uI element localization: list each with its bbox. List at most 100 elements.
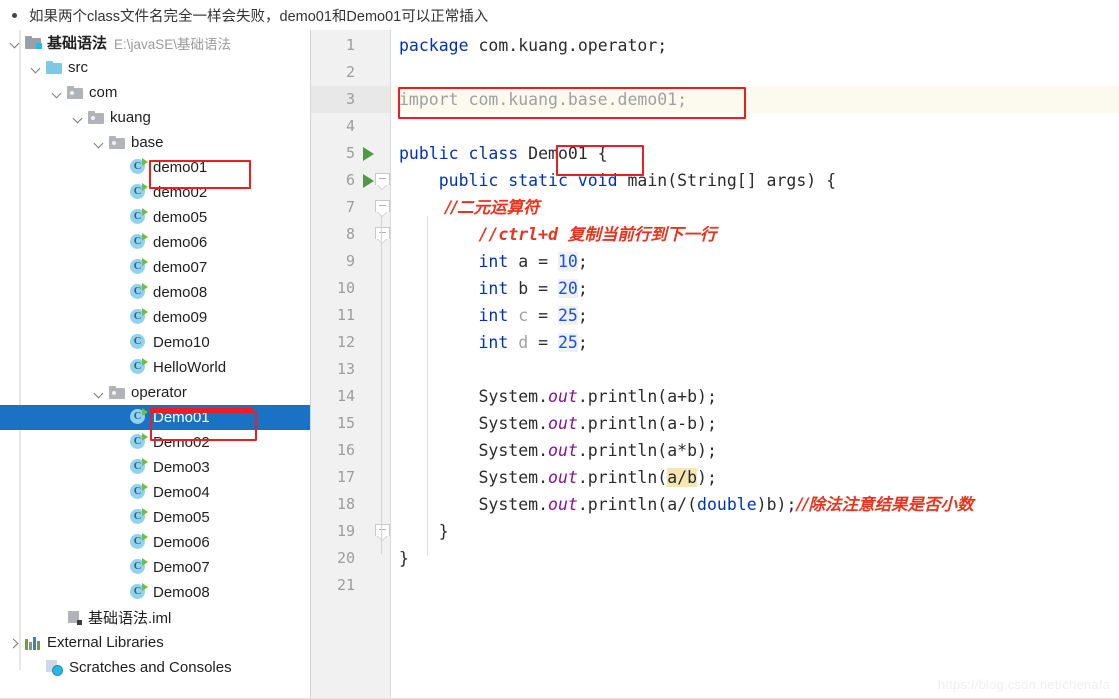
package-folder-icon — [109, 385, 125, 399]
run-gutter-icon[interactable] — [363, 174, 374, 188]
code-token: a = — [508, 252, 558, 271]
tree-item-demo05[interactable]: Cdemo05 — [0, 205, 310, 230]
tree-item-label: demo02 — [153, 184, 208, 201]
tree-item-label: demo09 — [153, 309, 208, 326]
code-line[interactable]: System.out.println(a/b); — [399, 464, 717, 491]
twisty-placeholder — [113, 286, 127, 300]
tree-item-demo09[interactable]: Cdemo09 — [0, 305, 310, 330]
code-fold-toggle-icon[interactable] — [375, 227, 390, 245]
code-line[interactable]: System.out.println(a/(double)b);//除法注意结果… — [399, 491, 973, 518]
tree-item-Demo02[interactable]: C Demo02 — [0, 430, 310, 455]
twisty-open-icon[interactable] — [71, 111, 85, 125]
code-token: d — [518, 333, 529, 352]
twisty-open-icon[interactable] — [29, 61, 43, 75]
tree-item-Demo01[interactable]: C Demo01 — [0, 405, 310, 430]
code-line[interactable]: int a = 10; — [399, 248, 588, 275]
code-line[interactable]: //ctrl+d 复制当前行到下一行 — [399, 221, 716, 248]
line-number: 3 — [345, 90, 355, 108]
tree-item-label: Demo02 — [153, 434, 210, 451]
java-class-runnable-icon: C — [130, 433, 148, 451]
tree-item-Scratches-and-Consoles[interactable]: Scratches and Consoles — [0, 655, 310, 680]
code-token: { — [587, 144, 608, 163]
tree-item-基础语法-iml[interactable]: 基础语法.iml — [0, 605, 310, 630]
tree-item-Demo06[interactable]: C Demo06 — [0, 530, 310, 555]
code-line[interactable]: int d = 25; — [399, 329, 588, 356]
code-line[interactable]: int b = 20; — [399, 275, 588, 302]
code-line[interactable]: package com.kuang.operator; — [399, 32, 667, 59]
tree-item-kuang[interactable]: kuang — [0, 105, 310, 130]
code-line[interactable]: System.out.println(a+b); — [399, 383, 716, 410]
twisty-open-icon[interactable] — [92, 136, 106, 150]
twisty-placeholder — [113, 536, 127, 550]
code-token: //ctrl+d — [399, 225, 568, 244]
code-fold-toggle-icon[interactable] — [375, 173, 390, 191]
code-line[interactable]: } — [399, 545, 409, 572]
tree-item-operator[interactable]: operator — [0, 380, 310, 405]
code-line[interactable]: import com.kuang.base.demo01; — [399, 86, 687, 113]
code-token: ) { — [806, 171, 837, 190]
tree-item-demo02[interactable]: Cdemo02 — [0, 180, 310, 205]
code-token: public class — [399, 144, 529, 163]
code-token: 20 — [557, 279, 578, 298]
code-token: .println(a/( — [577, 495, 698, 514]
code-token: public static void — [399, 171, 628, 190]
tree-item-com[interactable]: com — [0, 80, 310, 105]
tree-item-label: demo01 — [153, 159, 208, 176]
java-class-runnable-icon: C — [130, 183, 148, 201]
code-line[interactable]: //二元运算符 — [399, 194, 540, 221]
line-number: 4 — [345, 117, 355, 135]
code-token: out — [548, 495, 578, 514]
tree-item-label: External Libraries — [47, 634, 164, 651]
code-line[interactable]: int c = 25; — [399, 302, 588, 329]
twisty-closed-icon[interactable] — [8, 636, 22, 650]
project-tree[interactable]: 基础语法 E:\javaSE\基础语法 src com kuang base Cdemo01… — [0, 30, 310, 680]
code-fold-toggle-icon[interactable] — [375, 524, 390, 542]
tree-item-label: demo07 — [153, 259, 208, 276]
twisty-placeholder — [113, 161, 127, 175]
tree-item-Demo10[interactable]: C Demo10 — [0, 330, 310, 355]
tree-item-label: Demo07 — [153, 559, 210, 576]
code-token: System. — [399, 414, 549, 433]
tree-item-Demo04[interactable]: C Demo04 — [0, 480, 310, 505]
twisty-placeholder — [113, 236, 127, 250]
tree-item-demo08[interactable]: Cdemo08 — [0, 280, 310, 305]
tree-item-demo07[interactable]: Cdemo07 — [0, 255, 310, 280]
twisty-open-icon[interactable] — [92, 386, 106, 400]
tree-item-src[interactable]: src — [0, 55, 310, 80]
twisty-placeholder — [113, 211, 127, 225]
tree-item-External-Libraries[interactable]: External Libraries — [0, 630, 310, 655]
code-line[interactable]: public class Demo01 { — [399, 140, 608, 167]
code-line[interactable]: System.out.println(a-b); — [399, 410, 716, 437]
code-token: ; — [577, 252, 588, 271]
java-class-runnable-icon: C — [130, 158, 148, 176]
line-number: 12 — [336, 333, 355, 351]
project-tree-panel[interactable]: 基础语法 E:\javaSE\基础语法 src com kuang base Cdemo01… — [0, 30, 311, 699]
code-token: b = — [508, 279, 558, 298]
java-class-runnable-icon: C — [130, 308, 148, 326]
run-gutter-icon[interactable] — [363, 147, 374, 161]
code-token: } — [399, 549, 409, 568]
twisty-placeholder — [113, 436, 127, 450]
tree-item-基础语法[interactable]: 基础语法 E:\javaSE\基础语法 — [0, 30, 310, 55]
tree-item-Demo07[interactable]: C Demo07 — [0, 555, 310, 580]
tree-item-Demo05[interactable]: C Demo05 — [0, 505, 310, 530]
tree-item-base[interactable]: base — [0, 130, 310, 155]
java-class-runnable-icon: C — [130, 283, 148, 301]
twisty-open-icon[interactable] — [8, 36, 22, 50]
code-line[interactable]: public static void main(String[] args) { — [399, 167, 836, 194]
tree-item-demo01[interactable]: Cdemo01 — [0, 155, 310, 180]
code-token: package — [399, 36, 479, 55]
line-number: 19 — [336, 522, 355, 540]
code-line[interactable]: System.out.println(a*b); — [399, 437, 716, 464]
code-editor[interactable]: 1 2 3 4 5 6 7 8 9 10 11 12 13 14 15 16 17 18 19 20 21 packag… — [311, 30, 1119, 699]
tree-item-Demo08[interactable]: C Demo08 — [0, 580, 310, 605]
code-fold-toggle-icon[interactable] — [375, 200, 390, 218]
tree-item-demo06[interactable]: Cdemo06 — [0, 230, 310, 255]
tree-item-HelloWorld[interactable]: C HelloWorld — [0, 355, 310, 380]
twisty-open-icon[interactable] — [50, 86, 64, 100]
tree-item-Demo03[interactable]: C Demo03 — [0, 455, 310, 480]
code-line[interactable]: } — [399, 518, 449, 545]
code-token: .println( — [577, 468, 668, 487]
line-number: 10 — [336, 279, 355, 297]
